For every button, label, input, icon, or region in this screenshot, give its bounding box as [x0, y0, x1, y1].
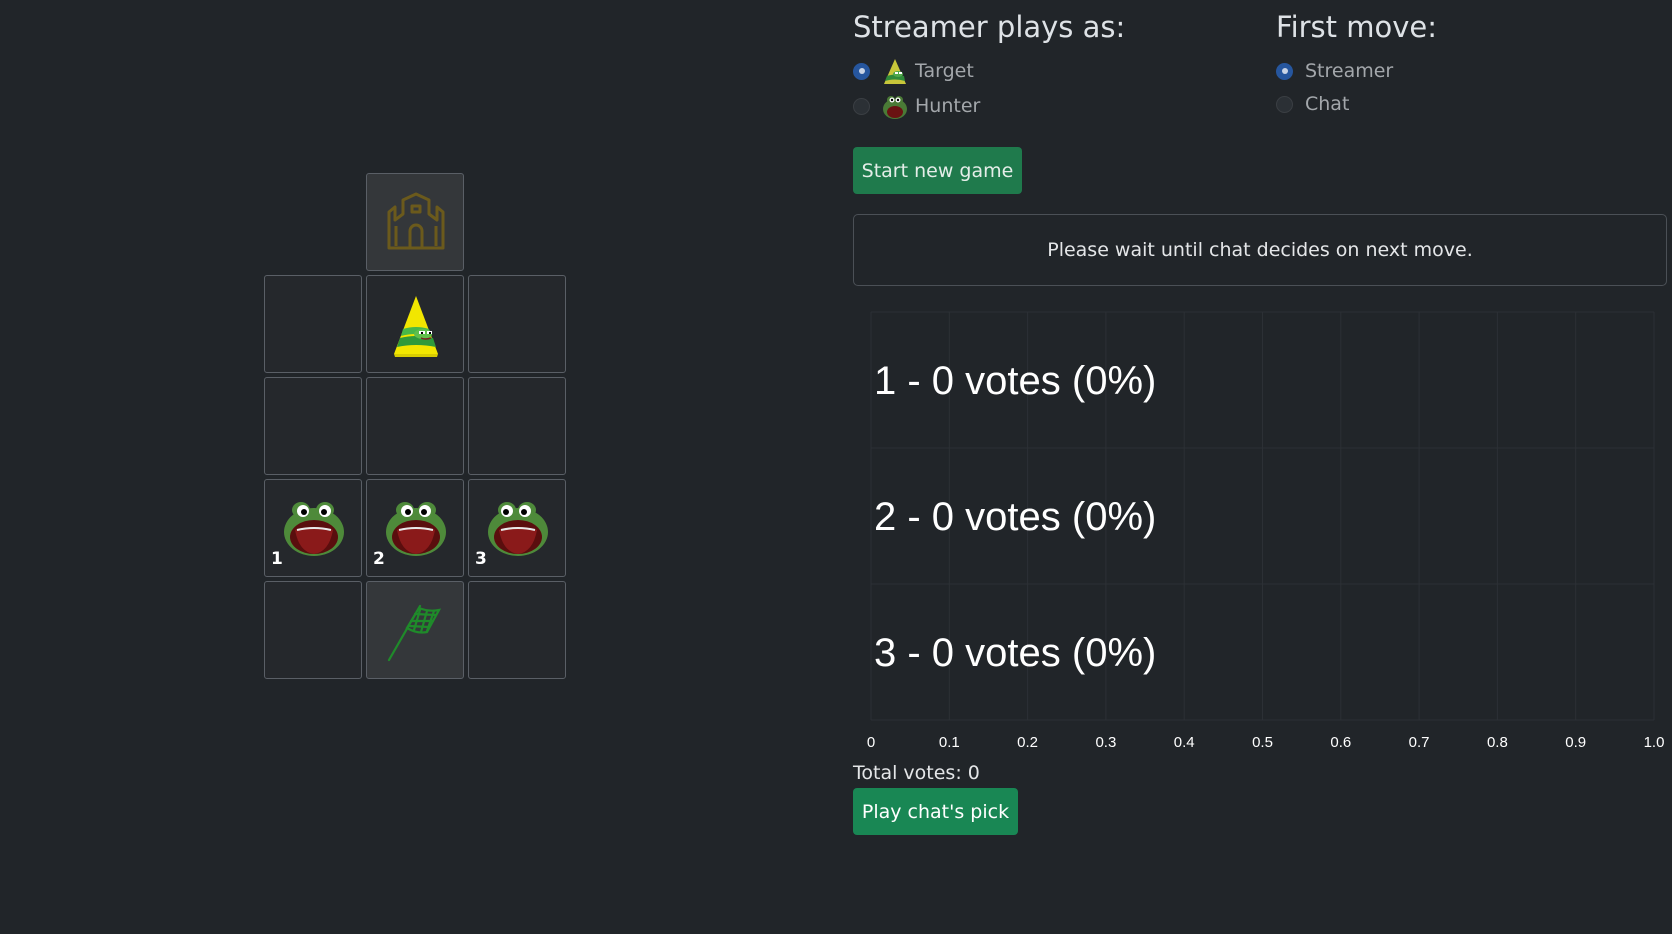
chart-x-tick-label: 0.1	[939, 734, 960, 751]
board-cell[interactable]	[264, 275, 362, 373]
hunter-radio[interactable]	[853, 97, 870, 115]
goal-cell[interactable]	[366, 173, 464, 271]
game-page: 1 2 3 Streamer plays as: Target Hunter F…	[0, 0, 1672, 934]
total-votes: Total votes: 0	[853, 762, 980, 784]
streamer-radio[interactable]	[1276, 62, 1293, 80]
chart-x-tick-label: 0.9	[1565, 734, 1586, 751]
streamer-label: Streamer	[1305, 60, 1394, 82]
target-radio[interactable]	[853, 62, 870, 80]
play-chats-pick-button[interactable]: Play chat's pick	[853, 788, 1018, 835]
board-cell[interactable]	[264, 581, 362, 679]
pyramid-frog-icon	[394, 296, 438, 357]
chat-radio[interactable]	[1276, 95, 1293, 113]
chart-bar-label: 3 - 0 votes (0%)	[874, 631, 1156, 675]
checkered-flag-icon	[387, 604, 442, 662]
first-move-option-streamer[interactable]: Streamer	[1276, 56, 1393, 86]
chart-x-tick-label: 0.2	[1017, 734, 1038, 751]
hunter-cell[interactable]: 1	[264, 479, 362, 577]
chart-x-tick-label: 0	[867, 734, 875, 751]
hunter-number: 1	[271, 549, 283, 569]
streamer-role-heading: Streamer plays as:	[853, 10, 1126, 44]
chart-x-tick-label: 0.5	[1252, 734, 1273, 751]
role-option-hunter[interactable]: Hunter	[853, 91, 980, 121]
frog-face-icon	[883, 96, 907, 119]
board-cell[interactable]	[468, 581, 566, 679]
board-cell[interactable]	[264, 377, 362, 475]
chart-x-tick-label: 0.3	[1095, 734, 1116, 751]
board-cell[interactable]	[468, 275, 566, 373]
chat-label: Chat	[1305, 93, 1350, 115]
board-cell[interactable]	[366, 377, 464, 475]
status-message: Please wait until chat decides on next m…	[1047, 239, 1473, 261]
hunter-number: 3	[475, 549, 487, 569]
chart-x-tick-label: 0.8	[1487, 734, 1508, 751]
pyramid-frog-icon	[884, 59, 906, 84]
chart-x-tick-label: 0.4	[1174, 734, 1195, 751]
hunter-cell[interactable]: 3	[468, 479, 566, 577]
chart-bar-label: 2 - 0 votes (0%)	[874, 495, 1156, 539]
chart-x-tick-label: 0.6	[1330, 734, 1351, 751]
first-move-option-chat[interactable]: Chat	[1276, 89, 1349, 119]
role-option-target[interactable]: Target	[853, 56, 974, 86]
chart-bar-label: 1 - 0 votes (0%)	[874, 359, 1156, 403]
board-cell[interactable]	[468, 377, 566, 475]
hunter-label: Hunter	[915, 95, 981, 117]
target-label: Target	[915, 60, 974, 82]
status-message-box: Please wait until chat decides on next m…	[853, 214, 1667, 286]
vote-chart: 1 - 0 votes (0%) 2 - 0 votes (0%) 3 - 0 vo…	[867, 311, 1665, 751]
castle-icon	[387, 192, 445, 250]
chart-x-tick-label: 1.0	[1644, 734, 1665, 751]
hunter-number: 2	[373, 549, 385, 569]
start-cell[interactable]	[366, 581, 464, 679]
hunter-cell[interactable]: 2	[366, 479, 464, 577]
target-cell[interactable]	[366, 275, 464, 373]
start-new-game-button[interactable]: Start new game	[853, 147, 1022, 194]
first-move-heading: First move:	[1276, 10, 1438, 44]
chart-x-tick-label: 0.7	[1409, 734, 1430, 751]
